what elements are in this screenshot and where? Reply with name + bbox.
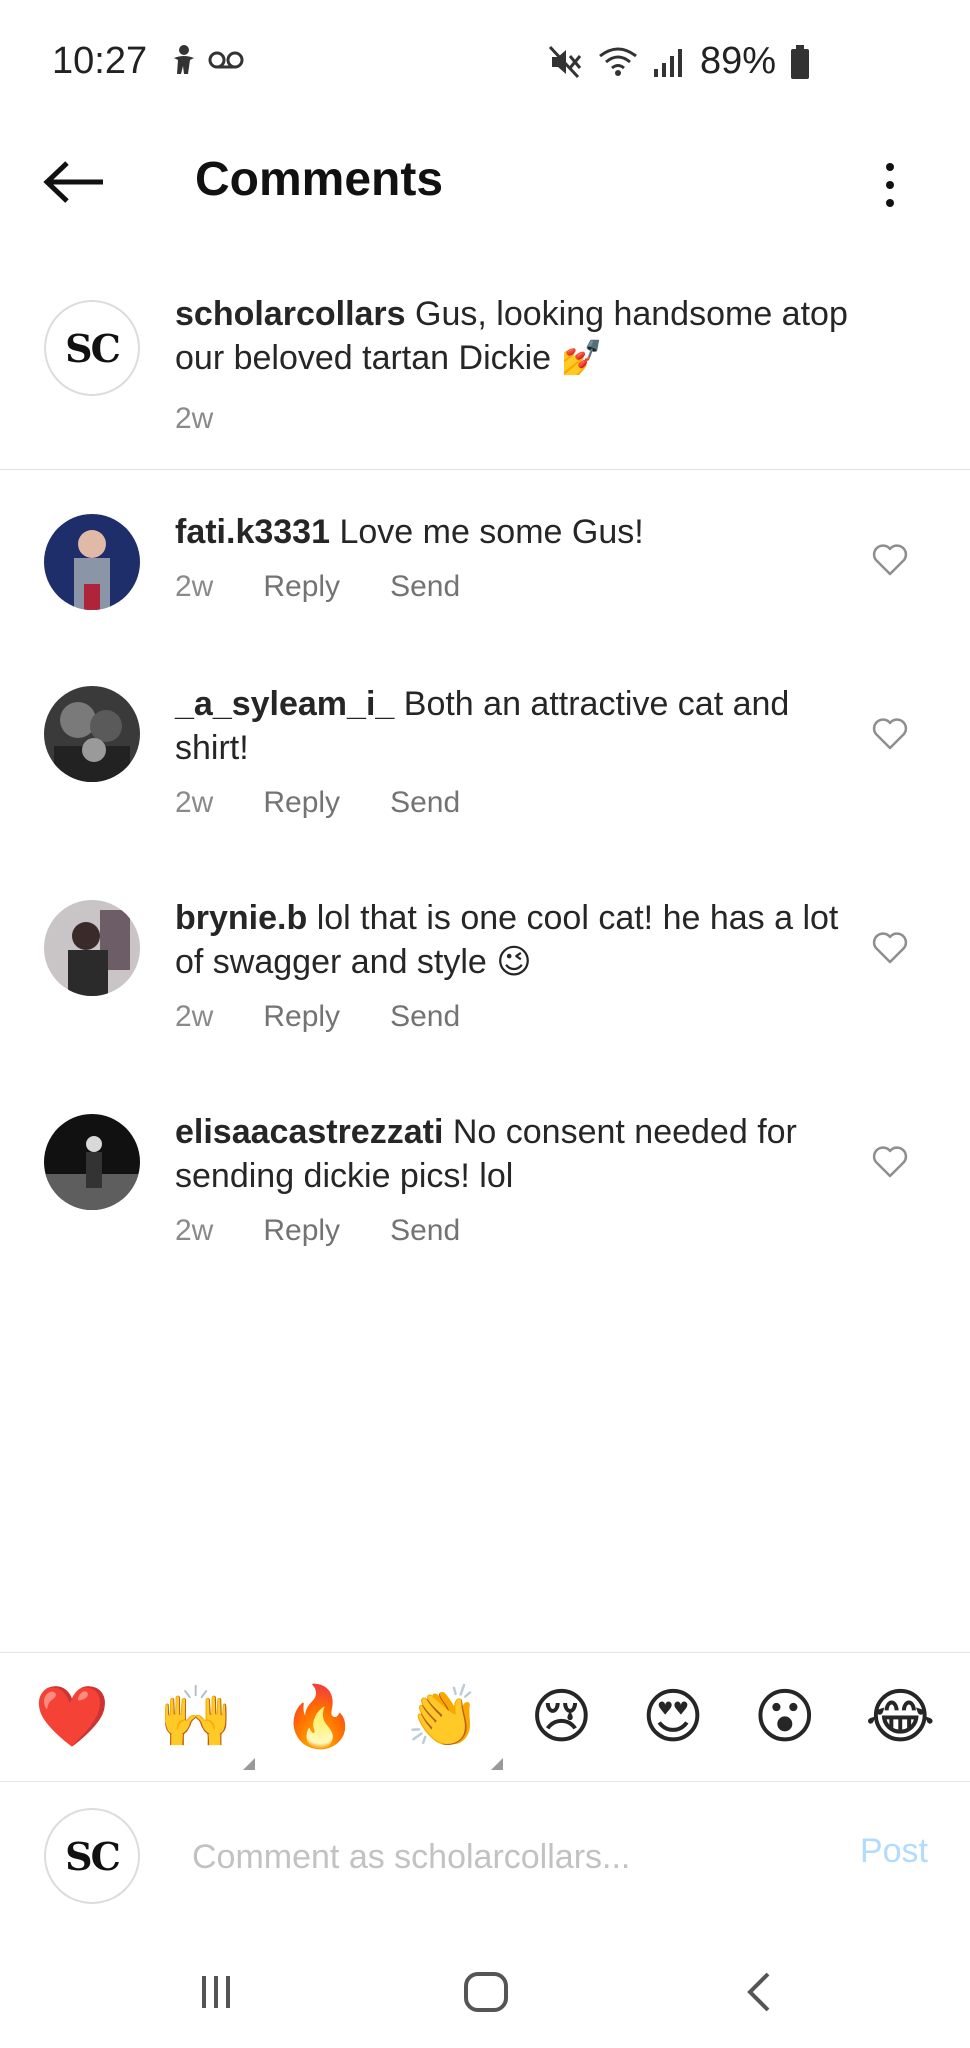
battery-icon xyxy=(791,44,809,79)
emoji-heart-eyes[interactable]: 😍 xyxy=(642,1682,705,1752)
commenter-avatar[interactable] xyxy=(44,900,140,996)
comment-age: 2w xyxy=(175,786,214,819)
caption-meta: 2w xyxy=(175,402,213,436)
comment-item: elisaacastrezzati No consent needed for … xyxy=(0,1090,970,1290)
status-bar: 10:27 89% xyxy=(0,0,970,130)
avatar-photo xyxy=(44,514,140,610)
recent-apps-icon xyxy=(202,1976,230,2008)
comment-composer: SC Post xyxy=(0,1782,970,1932)
commenter-avatar[interactable] xyxy=(44,1114,140,1210)
commenter-avatar[interactable] xyxy=(44,514,140,610)
emoji-heart[interactable]: ❤️ xyxy=(35,1682,110,1752)
battery-percent: 89% xyxy=(699,40,776,82)
composer-avatar: SC xyxy=(44,1808,140,1904)
heart-outline-icon[interactable] xyxy=(870,1142,910,1182)
accessibility-icon xyxy=(174,45,194,74)
post-caption: SC scholarcollars Gus, looking handsome … xyxy=(0,280,970,470)
comment-username[interactable]: _a_syleam_i_ xyxy=(175,685,394,723)
comment-item: brynie.b lol that is one cool cat! he ha… xyxy=(0,876,970,1076)
caption-age: 2w xyxy=(175,402,214,435)
comment-meta: 2w Reply Send xyxy=(175,786,460,820)
emoji-quick-bar: ❤️ 🙌 🔥 👏 😢 😍 😮 😂 xyxy=(0,1652,970,1782)
comment-input[interactable] xyxy=(192,1822,792,1892)
comment-item: _a_syleam_i_ Both an attractive cat and … xyxy=(0,662,970,862)
avatar-photo xyxy=(44,686,140,782)
avatar-photo xyxy=(44,1114,140,1210)
header: Comments xyxy=(0,130,970,240)
caption-text: scholarcollars Gus, looking handsome ato… xyxy=(175,292,855,380)
heart-outline-icon[interactable] xyxy=(870,540,910,580)
mute-icon xyxy=(548,45,582,78)
more-vertical-icon xyxy=(886,163,894,171)
page-title: Comments xyxy=(195,153,444,206)
chevron-left-icon xyxy=(747,1972,770,2012)
avatar-photo xyxy=(44,900,140,996)
reply-button[interactable]: Reply xyxy=(263,1214,340,1248)
send-button[interactable]: Send xyxy=(390,786,460,820)
voicemail-icon xyxy=(208,51,244,69)
status-time: 10:27 xyxy=(52,40,148,82)
comment-body: Love me some Gus! xyxy=(339,513,644,551)
more-options-button[interactable] xyxy=(870,150,910,220)
emoji-raising-hands[interactable]: 🙌 xyxy=(158,1682,256,1770)
emoji-tears-of-joy[interactable]: 😂 xyxy=(865,1682,935,1752)
home-icon xyxy=(464,1972,508,2012)
reply-button[interactable]: Reply xyxy=(263,1000,340,1034)
skin-tone-indicator xyxy=(490,1758,503,1770)
emoji-clapping-hands[interactable]: 👏 xyxy=(406,1682,503,1770)
back-button[interactable] xyxy=(40,152,110,212)
comment-age: 2w xyxy=(175,570,214,603)
comment-username[interactable]: elisaacastrezzati xyxy=(175,1113,443,1151)
emoji-surprised-face[interactable]: 😮 xyxy=(754,1682,817,1752)
arrow-left-icon xyxy=(43,161,103,203)
reply-button[interactable]: Reply xyxy=(263,570,340,604)
wifi-icon xyxy=(599,47,637,76)
commenter-avatar[interactable] xyxy=(44,686,140,782)
caption-username[interactable]: scholarcollars xyxy=(175,295,406,333)
send-button[interactable]: Send xyxy=(390,1214,460,1248)
home-button[interactable] xyxy=(456,1962,516,2022)
comment-text: _a_syleam_i_ Both an attractive cat and … xyxy=(175,682,855,770)
system-nav-bar xyxy=(0,1932,970,2048)
post-button[interactable]: Post xyxy=(860,1832,928,1871)
comment-username[interactable]: brynie.b xyxy=(175,899,307,937)
comment-username[interactable]: fati.k3331 xyxy=(175,513,330,551)
comment-meta: 2w Reply Send xyxy=(175,1000,460,1034)
comment-meta: 2w Reply Send xyxy=(175,1214,460,1248)
signal-icon xyxy=(653,48,682,77)
comment-age: 2w xyxy=(175,1214,214,1247)
recent-apps-button[interactable] xyxy=(186,1962,246,2022)
comment-text: brynie.b lol that is one cool cat! he ha… xyxy=(175,896,855,984)
send-button[interactable]: Send xyxy=(390,570,460,604)
caption-avatar[interactable]: SC xyxy=(44,300,140,396)
emoji-crying-face[interactable]: 😢 xyxy=(530,1682,593,1752)
skin-tone-indicator xyxy=(243,1758,256,1770)
comment-meta: 2w Reply Send xyxy=(175,570,460,604)
comment-text: elisaacastrezzati No consent needed for … xyxy=(175,1110,855,1198)
status-system-icons: 89% xyxy=(548,40,810,83)
heart-outline-icon[interactable] xyxy=(870,928,910,968)
comment-text: fati.k3331 Love me some Gus! xyxy=(175,510,855,554)
status-notification-icons xyxy=(170,44,244,76)
reply-button[interactable]: Reply xyxy=(263,786,340,820)
comment-age: 2w xyxy=(175,1000,214,1033)
back-nav-button[interactable] xyxy=(730,1962,790,2022)
comment-item: fati.k3331 Love me some Gus! 2w Reply Se… xyxy=(0,490,970,690)
emoji-fire[interactable]: 🔥 xyxy=(282,1682,357,1752)
send-button[interactable]: Send xyxy=(390,1000,460,1034)
heart-outline-icon[interactable] xyxy=(870,714,910,754)
